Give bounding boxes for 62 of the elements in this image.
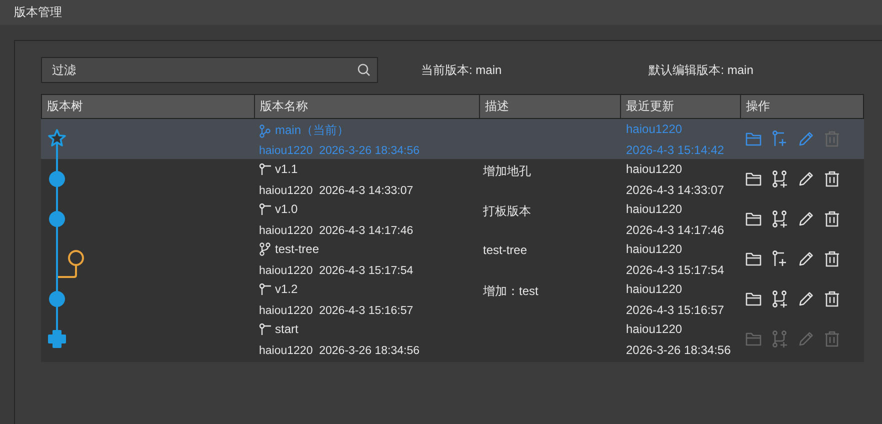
- version-name: v1.0: [275, 202, 298, 216]
- version-name: test-tree: [275, 242, 320, 256]
- tag-icon: [259, 322, 271, 336]
- pencil-icon[interactable]: [797, 290, 815, 308]
- tag-icon: [259, 282, 271, 296]
- pencil-icon[interactable]: [797, 250, 815, 268]
- updated-time: 2026-4-3 15:14:42: [626, 143, 726, 157]
- tag-icon: [259, 162, 271, 176]
- version-meta: haiou1220 2026-4-3 14:33:07: [259, 185, 414, 197]
- version-meta: haiou1220 2026-4-3 15:17:54: [259, 265, 414, 277]
- current-version-label: 当前版本: main: [421, 62, 502, 78]
- tree-node: [49, 291, 65, 307]
- updated-by: haiou1220: [626, 242, 684, 256]
- branch-add-icon[interactable]: [771, 250, 789, 268]
- pencil-icon[interactable]: [797, 170, 815, 188]
- merge-icon: [259, 124, 271, 138]
- updated-time: 2026-3-26 18:34:56: [626, 343, 732, 357]
- version-meta: haiou1220 2026-4-3 14:17:46: [259, 225, 414, 237]
- updated-time: 2026-4-3 14:33:07: [626, 183, 726, 197]
- updated-by: haiou1220: [626, 282, 684, 296]
- version-meta: haiou1220 2026-3-26 18:34:56: [259, 345, 421, 357]
- folder-icon[interactable]: [745, 290, 763, 308]
- merge-add-icon[interactable]: [771, 210, 789, 228]
- default-edit-version-label: 默认编辑版本: main: [648, 62, 754, 78]
- column-header: 最近更新: [620, 95, 740, 118]
- start-node: [48, 330, 66, 348]
- star-icon: [48, 129, 66, 146]
- updated-time: 2026-4-3 14:17:46: [626, 223, 726, 237]
- description-text: 增加：test: [483, 284, 538, 298]
- updated-time: 2026-4-3 15:16:57: [626, 303, 726, 317]
- updated-time: 2026-4-3 15:17:54: [626, 263, 726, 277]
- search-icon[interactable]: [357, 63, 371, 77]
- version-name: main（当前）: [275, 122, 350, 139]
- column-header: 版本树: [46, 98, 84, 115]
- version-meta: haiou1220 2026-4-3 15:16:57: [259, 305, 414, 317]
- column-header: 版本名称: [254, 95, 479, 118]
- description-text: 打板版本: [483, 204, 531, 218]
- updated-by: haiou1220: [626, 202, 684, 216]
- updated-by: haiou1220: [626, 122, 684, 136]
- merge-add-icon[interactable]: [771, 170, 789, 188]
- window-title: 版本管理: [14, 4, 62, 21]
- folder-icon[interactable]: [745, 210, 763, 228]
- version-name: start: [275, 322, 298, 336]
- filter-field[interactable]: 过滤: [41, 57, 378, 83]
- tree-node: [49, 211, 65, 227]
- folder-icon[interactable]: [745, 170, 763, 188]
- pencil-icon[interactable]: [797, 210, 815, 228]
- folder-icon[interactable]: [745, 250, 763, 268]
- column-header: 描述: [479, 95, 620, 118]
- version-meta: haiou1220 2026-3-26 18:34:56: [259, 145, 421, 157]
- version-name: v1.1: [275, 162, 298, 176]
- description-text: test-tree: [483, 243, 528, 257]
- tag-icon: [259, 202, 271, 216]
- version-name: v1.2: [275, 282, 298, 296]
- description-text: 增加地孔: [483, 164, 531, 178]
- branch-node: [58, 250, 84, 278]
- merge-add-icon[interactable]: [771, 290, 789, 308]
- updated-by: haiou1220: [626, 162, 684, 176]
- column-header: 操作: [740, 95, 863, 118]
- tree-node: [49, 171, 65, 187]
- branch-icon: [259, 242, 271, 256]
- updated-by: haiou1220: [626, 322, 684, 336]
